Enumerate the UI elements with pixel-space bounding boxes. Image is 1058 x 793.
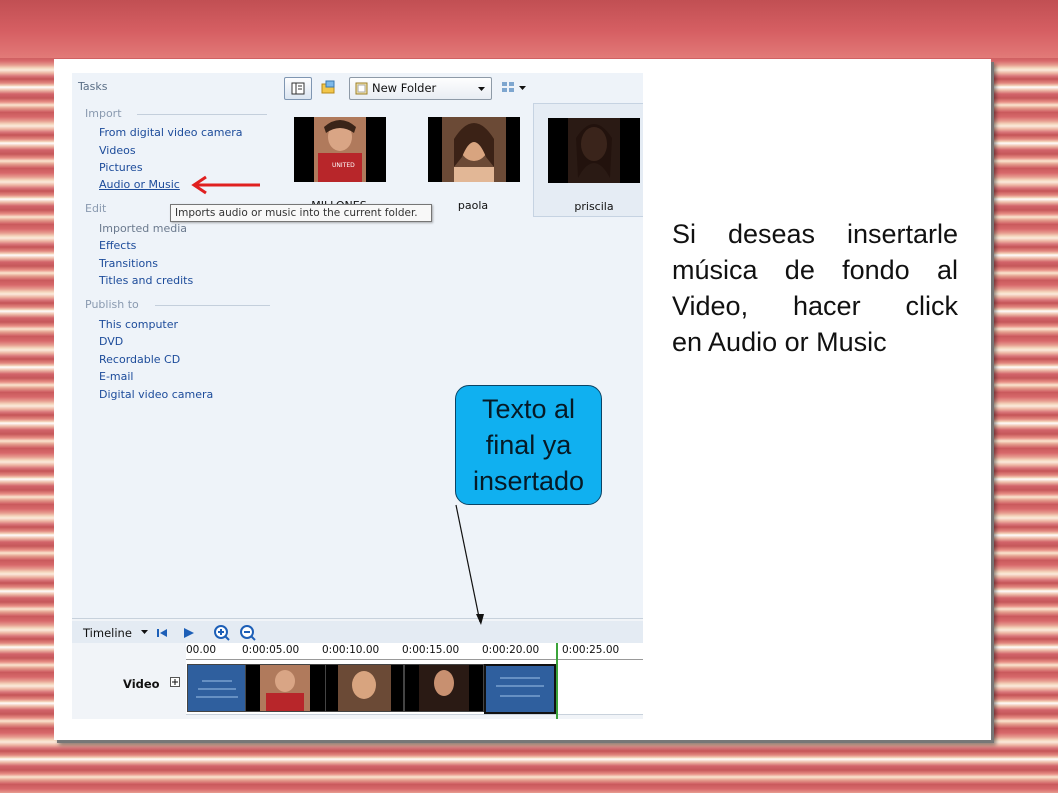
- tasks-title: Tasks: [78, 80, 108, 93]
- instruction-line: Si deseas insertarle: [672, 219, 958, 249]
- divider: [137, 114, 267, 115]
- video-clip-paola[interactable]: [325, 664, 404, 712]
- video-clip-priscila[interactable]: [404, 664, 484, 712]
- tasks-pane-toggle-button[interactable]: [284, 77, 312, 100]
- import-heading: Import: [85, 107, 267, 120]
- publish-heading-label: Publish to: [85, 298, 139, 311]
- folder-dropdown[interactable]: New Folder: [349, 77, 492, 100]
- view-options-button[interactable]: [498, 77, 532, 98]
- ruler-tick: 0:00:10.00: [322, 644, 380, 656]
- chevron-down-icon: [140, 630, 148, 634]
- timeline-label: Timeline: [83, 626, 132, 640]
- import-heading-label: Import: [85, 107, 122, 120]
- instruction-line: en Audio or Music: [672, 327, 887, 357]
- task-dvd[interactable]: DVD: [99, 335, 123, 348]
- bubble-line: Texto al: [481, 394, 576, 424]
- ruler-tick: 0:00:20.00: [482, 644, 540, 656]
- task-pictures[interactable]: Pictures: [99, 161, 143, 174]
- divider: [155, 305, 270, 306]
- ruler-tick: 00.00: [186, 644, 217, 656]
- expand-icon[interactable]: [169, 677, 181, 688]
- thumbnail-image: UNITED: [294, 117, 386, 182]
- timeline-toolbar: Timeline: [72, 621, 643, 643]
- title-clip[interactable]: [187, 664, 246, 712]
- thumbnail-priscila[interactable]: priscila: [533, 103, 643, 217]
- task-titles-and-credits[interactable]: Titles and credits: [99, 274, 193, 287]
- collections-icon: [321, 80, 335, 94]
- playhead[interactable]: [556, 643, 558, 719]
- video-track-label: Video: [123, 677, 181, 691]
- top-band: [0, 0, 1058, 58]
- task-imported-media[interactable]: Imported media: [99, 222, 187, 235]
- task-audio-or-music[interactable]: Audio or Music: [99, 178, 180, 191]
- callout-bubble-text: Texto al final ya insertado: [456, 391, 601, 499]
- folder-icon: [355, 82, 368, 95]
- ruler-tick: 0:00:15.00: [402, 644, 460, 656]
- task-recordable-cd[interactable]: Recordable CD: [99, 353, 180, 366]
- task-effects[interactable]: Effects: [99, 239, 136, 252]
- thumbnail-image: [428, 117, 520, 182]
- thumbnail-paola[interactable]: paola: [408, 103, 538, 215]
- ruler-tick: 0:00:25.00: [562, 644, 620, 656]
- instruction-line: música de fondo al: [672, 255, 958, 285]
- timeline-dropdown[interactable]: Timeline: [83, 626, 150, 640]
- video-clip-millones[interactable]: [245, 664, 326, 712]
- play-button[interactable]: [182, 626, 196, 640]
- tooltip: Imports audio or music into the current …: [170, 204, 432, 222]
- edit-heading-label: Edit: [85, 202, 107, 215]
- rewind-button[interactable]: [156, 626, 170, 640]
- svg-text:UNITED: UNITED: [332, 162, 355, 169]
- tasks-pane: Tasks Import From digital video camera V…: [72, 73, 272, 618]
- edit-heading: Edit: [85, 202, 106, 215]
- chevron-down-icon: [478, 87, 485, 91]
- thumbnail-millones[interactable]: UNITED MILLONES: [274, 103, 404, 215]
- red-arrow-icon: [191, 175, 260, 195]
- task-this-computer[interactable]: This computer: [99, 318, 178, 331]
- bubble-line: final ya: [485, 430, 572, 460]
- instruction-line: Video, hacer click: [672, 291, 958, 321]
- zoom-in-icon[interactable]: [213, 625, 231, 641]
- title-clip-inserted[interactable]: [484, 664, 556, 714]
- publish-heading: Publish to: [85, 298, 270, 311]
- zoom-out-icon[interactable]: [239, 625, 257, 641]
- timeline-ruler[interactable]: 00.00 0:00:05.00 0:00:10.00 0:00:15.00 0…: [186, 643, 643, 660]
- tasks-pane-icon: [291, 82, 305, 95]
- view-grid-icon: [502, 82, 526, 92]
- collection-thumbnails: UNITED MILLONES paola: [280, 103, 643, 218]
- task-transitions[interactable]: Transitions: [99, 257, 158, 270]
- folder-dropdown-label: New Folder: [372, 81, 437, 95]
- thumbnail-caption: priscila: [574, 200, 614, 213]
- collections-button[interactable]: [316, 77, 342, 98]
- instruction-text: Si deseas insertarle música de fondo al …: [672, 216, 958, 360]
- video-track[interactable]: [186, 660, 643, 715]
- ruler-tick: 0:00:05.00: [242, 644, 300, 656]
- bubble-line: insertado: [472, 466, 585, 496]
- timeline-panel: Timeline 00.00 0:00:05.00 0:00:10.00 0:0…: [72, 618, 643, 719]
- task-videos[interactable]: Videos: [99, 144, 136, 157]
- thumbnail-image: [548, 118, 640, 183]
- task-digital-video-camera[interactable]: Digital video camera: [99, 388, 213, 401]
- task-from-digital-video-camera[interactable]: From digital video camera: [99, 126, 243, 139]
- task-e-mail[interactable]: E-mail: [99, 370, 134, 383]
- callout-bubble: Texto al final ya insertado: [455, 385, 602, 505]
- video-track-name: Video: [123, 677, 160, 691]
